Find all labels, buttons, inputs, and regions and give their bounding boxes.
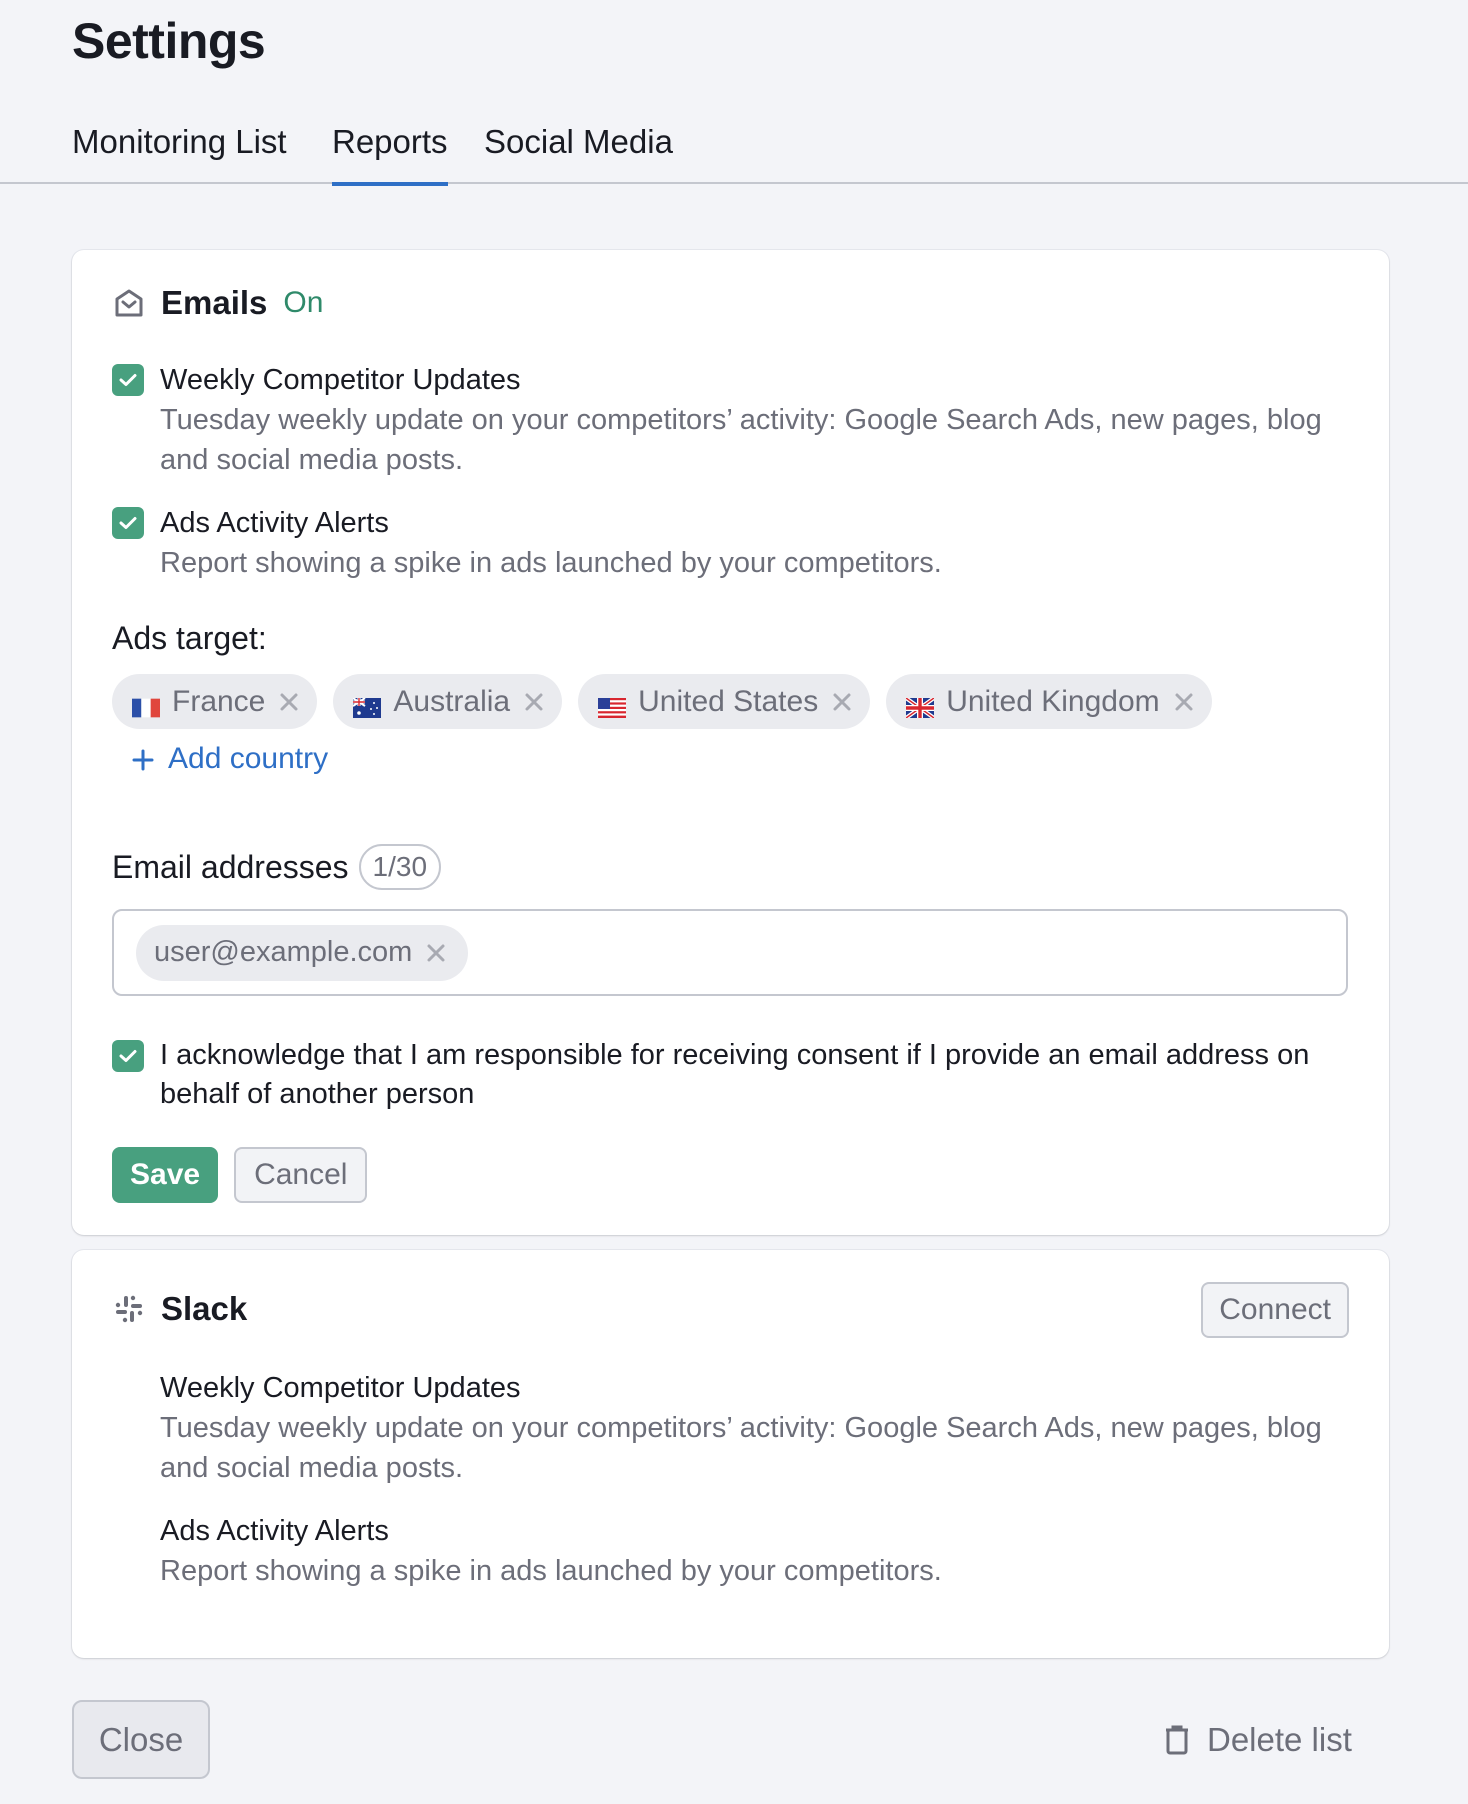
email-actions: Save Cancel (112, 1147, 368, 1203)
plus-icon (132, 744, 154, 774)
country-chip: Australia (333, 674, 563, 729)
country-name: Australia (393, 684, 511, 718)
save-button[interactable]: Save (112, 1147, 219, 1203)
slack-option-ads-alerts: Ads Activity Alerts Report showing a spi… (160, 1511, 1340, 1591)
remove-country-icon[interactable] (832, 692, 852, 712)
email-value: user@example.com (154, 936, 413, 968)
connect-slack-button[interactable]: Connect (1201, 1282, 1349, 1338)
envelope-open-icon (112, 287, 145, 320)
email-option-ads-alerts: Ads Activity Alerts Report showing a spi… (112, 503, 1340, 583)
country-chip-list: France Australia United States United Ki… (112, 674, 1212, 729)
slack-icon (112, 1293, 145, 1326)
email-addresses-label: Email addresses (112, 848, 349, 885)
remove-country-icon[interactable] (279, 692, 299, 712)
consent-text: I acknowledge that I am responsible for … (160, 1039, 1310, 1110)
flag-au-icon (352, 692, 382, 718)
email-addresses-input[interactable]: user@example.com (112, 909, 1348, 996)
option-description: Report showing a spike in ads launched b… (160, 1555, 942, 1587)
check-icon (119, 1050, 137, 1062)
check-icon (119, 517, 137, 529)
ads-target-label: Ads target: (112, 620, 267, 656)
tab-monitoring-list[interactable]: Monitoring List (72, 120, 287, 184)
weekly-updates-checkbox[interactable] (112, 364, 144, 396)
flag-us-icon (598, 692, 627, 718)
tab-bar: Monitoring List Reports Social Media (0, 110, 1468, 186)
page-title: Settings (72, 13, 266, 69)
delete-list-button[interactable]: Delete list (1165, 1712, 1352, 1768)
country-name: United Kingdom (946, 684, 1160, 718)
remove-country-icon[interactable] (1174, 692, 1194, 712)
emails-header: Emails On (112, 284, 323, 322)
option-description: Tuesday weekly update on your competitor… (160, 1412, 1322, 1484)
option-title: Ads Activity Alerts (160, 1515, 389, 1547)
tab-reports[interactable]: Reports (332, 120, 448, 186)
email-addresses-header: Email addresses 1/30 (112, 844, 442, 890)
tab-social-media[interactable]: Social Media (484, 120, 673, 184)
add-country-button[interactable]: Add country (132, 742, 328, 776)
slack-card: Slack Connect Weekly Competitor Updates … (72, 1250, 1389, 1658)
emails-title: Emails (161, 284, 268, 321)
emails-card: Emails On Weekly Competitor Updates Tues… (72, 250, 1389, 1235)
emails-status: On (283, 286, 324, 319)
country-name: United States (638, 684, 819, 718)
email-option-weekly: Weekly Competitor Updates Tuesday weekly… (112, 360, 1340, 480)
option-title: Weekly Competitor Updates (160, 1372, 521, 1404)
slack-title: Slack (161, 1290, 248, 1327)
flag-gb-icon (905, 692, 936, 720)
delete-list-label: Delete list (1207, 1721, 1352, 1758)
country-chip: United States (578, 674, 871, 729)
remove-email-icon[interactable] (426, 943, 446, 963)
flag-fr-icon (132, 692, 160, 717)
consent-checkbox[interactable] (112, 1040, 144, 1072)
slack-option-weekly: Weekly Competitor Updates Tuesday weekly… (160, 1368, 1340, 1488)
email-chip: user@example.com (136, 924, 469, 981)
remove-country-icon[interactable] (524, 692, 544, 712)
option-description: Report showing a spike in ads launched b… (160, 547, 942, 579)
option-title: Weekly Competitor Updates (160, 364, 521, 396)
country-chip: France (112, 674, 318, 729)
add-country-label: Add country (168, 742, 329, 775)
country-name: France (172, 684, 266, 718)
email-count-badge: 1/30 (358, 844, 442, 890)
option-description: Tuesday weekly update on your competitor… (160, 404, 1322, 476)
ads-alerts-checkbox[interactable] (112, 507, 144, 539)
option-title: Ads Activity Alerts (160, 507, 389, 539)
close-button[interactable]: Close (72, 1700, 210, 1779)
country-chip: United Kingdom (886, 674, 1212, 729)
consent-option: I acknowledge that I am responsible for … (112, 1036, 1380, 1114)
check-icon (119, 374, 137, 386)
slack-header: Slack (112, 1290, 247, 1328)
cancel-button[interactable]: Cancel (234, 1147, 368, 1203)
trash-icon (1165, 1725, 1189, 1755)
